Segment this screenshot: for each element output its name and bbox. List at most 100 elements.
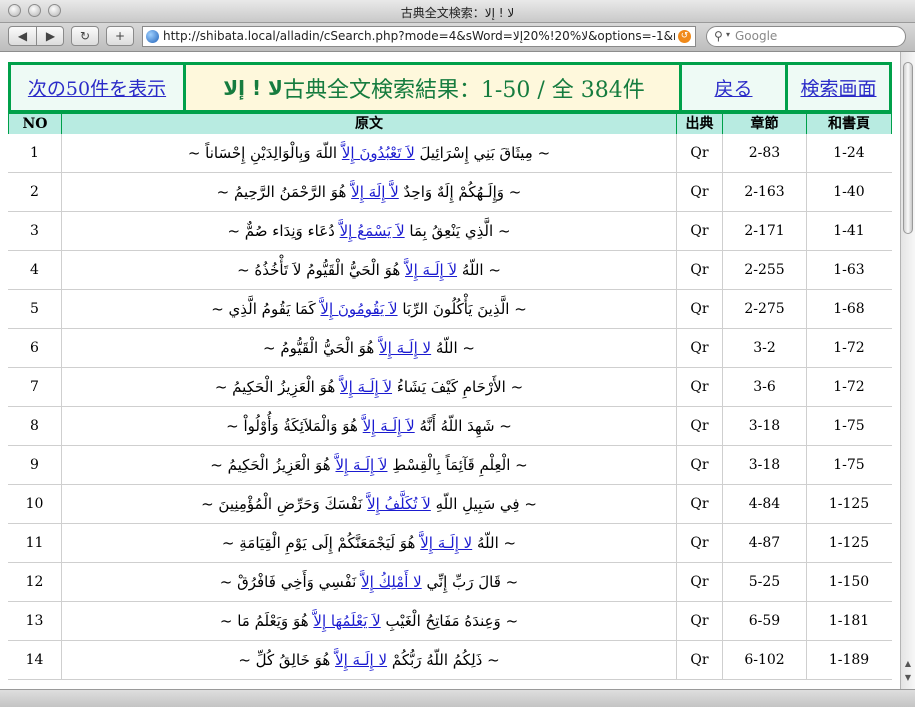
reload-button[interactable]: ↻ [71,26,99,46]
match-link[interactable]: لا أَمْلِكُ إِلاَّ [361,573,422,591]
original-text: ~ ذَلِكُمُ اللّهُ رَبُّكُمْ لا إِلَـهَ إ… [62,641,676,679]
table-row: 1 ~ مِيثَاقَ بَنِي إِسْرَائِيلَ لاَ تَعْب… [8,134,892,173]
back-link[interactable]: 戻る [714,74,752,101]
scroll-up-arrow-icon[interactable]: ▲ [903,658,913,669]
original-text: ~ الَّذِينَ يَأْكُلُونَ الرِّبَا لاَ يَق… [62,290,676,328]
column-header-chapter: 章節 [723,114,806,134]
original-text: ~ الأَرْحَامِ كَيْفَ يَشَاءُ لاَ إِلَـهَ… [62,368,676,406]
chapter-cell: 3-2 [753,340,776,356]
page-cell: 1-68 [833,301,865,317]
text-before-match: ~ اللّهُ [435,339,475,357]
original-text: ~ وَعِندَهُ مَفَاتِحُ الْغَيْبِ لاَ يَعْ… [62,602,676,640]
page-cell: 1-24 [833,145,865,161]
window-title: 古典全文検索：لا ! إلا [400,6,515,20]
source-cell: Qr [690,184,709,200]
source-cell: Qr [690,379,709,395]
search-page-cell: 検索画面 [788,65,889,110]
match-link[interactable]: لاَ إِلَـهَ إِلاَّ [335,456,387,474]
text-before-match: ~ اللّهُ [461,261,501,279]
text-before-match: ~ الَّذِي يَنْعِقُ بِمَا [409,222,511,240]
text-after-match: هُوَ الرَّحْمَنُ الرَّحِيمُ ~ [216,183,347,201]
chapter-cell: 4-87 [748,535,781,551]
original-text: ~ فِي سَبِيلِ اللّهِ لاَ تُكَلَّفُ إِلاَ… [62,485,676,523]
text-after-match: هُوَ الْحَيُّ الْقَيُّومُ ~ [263,339,375,357]
scrollbar-thumb[interactable] [903,62,913,234]
chapter-cell: 6-102 [744,652,785,668]
original-text: ~ اللّهُ لاَ إِلَـهَ إِلاَّ هُوَ الْحَيُ… [62,251,676,289]
source-cell: Qr [690,418,709,434]
back-arrow-icon: ◀ [17,29,28,43]
table-row: 6 ~ اللّهُ لا إِلَـهَ إِلاَّ هُوَ الْحَيُ… [8,329,892,368]
text-after-match: هُوَ خَالِقُ كُلِّ ~ [238,651,331,669]
chapter-cell: 2-275 [744,301,785,317]
chapter-cell: 3-18 [748,457,781,473]
row-number: 4 [30,262,39,278]
snapback-icon[interactable]: ↺ [678,30,691,43]
chapter-cell: 2-255 [744,262,785,278]
chevron-down-icon: ▾ [726,30,731,39]
match-link[interactable]: لاَ إِلَـهَ إِلاَّ [405,261,457,279]
original-text: ~ اللّهُ لا إِلَـهَ إِلاَّ هُوَ لَيَجْمَ… [62,524,676,562]
column-header-text: 原文 [62,114,676,134]
row-number: 2 [30,184,39,200]
match-link[interactable]: لا إِلَـهَ إِلاَّ [379,339,431,357]
match-link[interactable]: لاَ إِلَـهَ إِلاَّ [340,378,392,396]
match-link[interactable]: لاَ إِلَـهَ إِلاَّ [363,417,415,435]
result-header: 次の50件を表示 لا ! إلا 古典全文検索結果：1-50 / 全 384件… [8,62,892,114]
original-text: ~ مِيثَاقَ بَنِي إِسْرَائِيلَ لاَ تَعْبُ… [62,134,676,172]
match-link[interactable]: لاَ تُكَلَّفُ إِلاَّ [367,495,431,513]
source-cell: Qr [690,457,709,473]
table-row: 5 ~ الَّذِينَ يَأْكُلُونَ الرِّبَا لاَ يَ… [8,290,892,329]
match-link[interactable]: لاَ يَقُومُونَ إِلاَّ [320,300,397,318]
search-placeholder: Google [735,29,778,43]
match-link[interactable]: لاَّ إِلَهَ إِلاَّ [351,183,399,201]
page-cell: 1-72 [833,340,865,356]
table-row: 10 ~ فِي سَبِيلِ اللّهِ لاَ تُكَلَّفُ إِل… [8,485,892,524]
original-text: ~ الْعِلْمِ قَآئِمَاً بِالْقِسْطِ لاَ إِ… [62,446,676,484]
table-row: 7 ~ الأَرْحَامِ كَيْفَ يَشَاءُ لاَ إِلَـه… [8,368,892,407]
search-page-link[interactable]: 検索画面 [800,74,876,101]
next-50-link[interactable]: 次の50件を表示 [28,74,166,101]
chapter-cell: 5-25 [748,574,781,590]
row-number: 5 [30,301,39,317]
back-button[interactable]: ◀ [9,27,36,45]
reload-icon: ↻ [79,29,91,43]
chapter-cell: 2-171 [744,223,785,239]
match-link[interactable]: لا إِلَـهَ إِلاَّ [335,651,387,669]
page-cell: 1-125 [828,535,870,551]
chapter-cell: 4-84 [748,496,781,512]
match-link[interactable]: لاَ يَعْلَمُهَا إِلاَّ [313,612,380,630]
text-after-match: كَمَا يَقُومُ الَّذِي ~ [211,300,316,318]
browser-toolbar: ◀ ▶ ↻ + http://shibata.local/alladin/cSe… [0,23,915,52]
text-before-match: ~ الأَرْحَامِ كَيْفَ يَشَاءُ [396,378,524,396]
text-after-match: هُوَ الْعَزِيزُ الْحَكِيمُ ~ [210,456,331,474]
page-cell: 1-181 [828,613,870,629]
text-before-match: ~ اللّهُ [476,534,517,552]
text-before-match: ~ وَإِلَـهُكُمْ إِلَهٌ وَاحِدٌ [403,183,522,201]
forward-button[interactable]: ▶ [37,27,64,45]
page-cell: 1-63 [833,262,865,278]
window-titlebar: 古典全文検索：لا ! إلا [0,0,915,23]
back-forward-group: ◀ ▶ [8,26,64,46]
column-header-page: 和書頁 [807,114,891,134]
match-link[interactable]: لاَ تَعْبُدُونَ إِلاَّ [342,144,415,162]
source-cell: Qr [690,613,709,629]
text-after-match: هُوَ لَيَجْمَعَنَّكُمْ إِلَى يَوْمِ الْق… [221,534,416,552]
text-before-match: ~ قَالَ رَبِّ إِنِّي [426,573,519,591]
scroll-down-arrow-icon[interactable]: ▼ [903,672,913,683]
add-bookmark-button[interactable]: + [106,26,134,46]
source-cell: Qr [690,262,709,278]
vertical-scrollbar[interactable]: ▲ ▼ [900,52,915,689]
match-link[interactable]: لا إِلَـهَ إِلاَّ [420,534,472,552]
row-number: 10 [25,496,44,512]
row-number: 13 [25,613,44,629]
match-link[interactable]: لاَ يَسْمَعُ إِلاَّ [340,222,405,240]
source-cell: Qr [690,145,709,161]
address-bar[interactable]: http://shibata.local/alladin/cSearch.php… [142,26,696,47]
column-header-no: NO [9,114,61,134]
table-row: 3 ~ الَّذِي يَنْعِقُ بِمَا لاَ يَسْمَعُ إ… [8,212,892,251]
search-field[interactable]: ⚲ ▾ Google [706,26,906,47]
source-cell: Qr [690,340,709,356]
text-after-match: نَفْسَكَ وَحَرِّضِ الْمُؤْمِنِينَ ~ [201,495,363,513]
page-cell: 1-75 [833,457,865,473]
